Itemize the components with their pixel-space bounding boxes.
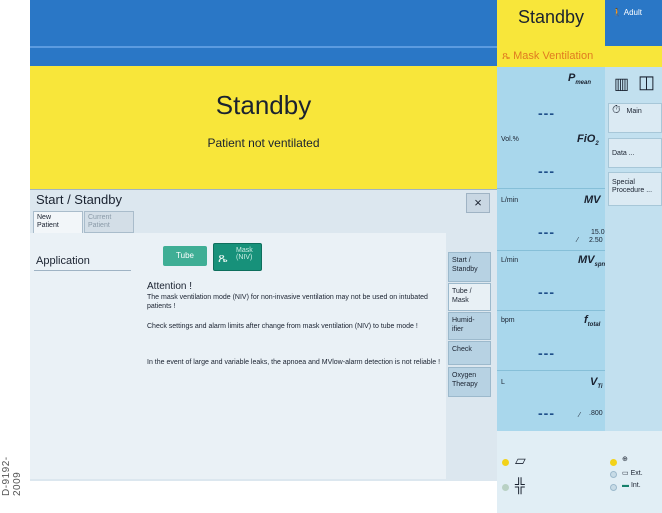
tab-new-patient[interactable]: New Patient: [33, 211, 83, 233]
special-procedure-button[interactable]: Special Procedure ...: [608, 172, 662, 206]
measured-values-panel: [497, 67, 605, 431]
mask-icon: ጼ: [218, 250, 228, 265]
divider: [497, 370, 605, 371]
int-battery-label: ▬ Int.: [622, 482, 641, 489]
patient-type-box[interactable]: [605, 0, 662, 46]
status-indicator: [502, 484, 509, 491]
param-unit: L/min: [501, 197, 519, 204]
status-indicator: [502, 459, 509, 466]
person-icon: 🚶: [612, 8, 622, 17]
side-button-label: Mask: [452, 297, 469, 304]
param-unit: L: [501, 379, 505, 386]
tab-current-patient[interactable]: Current Patient: [84, 211, 134, 233]
clock-icon: ⏱: [612, 104, 621, 116]
mask-niv-button[interactable]: ጼ Mask (NIV): [213, 243, 262, 271]
side-button-check[interactable]: Check: [448, 341, 491, 365]
side-button-label: Standby: [452, 266, 478, 273]
screen-config-icon[interactable]: ◫: [638, 72, 655, 93]
ext-battery-label: ▭ Ext.: [622, 470, 643, 477]
param-value: ---: [538, 163, 555, 179]
ext-battery-indicator: [610, 471, 617, 478]
side-button-label: Tube /: [452, 288, 472, 295]
standby-subtitle: Patient not ventilated: [207, 136, 320, 150]
tab-label-line1: New: [37, 214, 52, 221]
side-button-label: ifier: [452, 326, 464, 333]
battery-icon: ▭: [622, 470, 629, 477]
power-plug-icon: ⊕: [622, 456, 628, 463]
humidifier-icon[interactable]: ⏥: [515, 452, 526, 469]
patient-type: 🚶 Adult: [612, 8, 642, 17]
alarm-limit-low: 2.50: [589, 237, 603, 244]
side-button-label: Oxygen: [452, 372, 477, 379]
numeric-layout-icon[interactable]: ▥: [614, 74, 629, 94]
warning-message: In the event of large and variable leaks…: [147, 359, 441, 366]
param-unit: Vol.%: [501, 136, 519, 143]
param-name: MVspn: [578, 254, 606, 269]
param-value: ---: [538, 284, 555, 300]
param-name: FiO2: [577, 133, 599, 148]
alarm-limit-high: 15.0: [591, 229, 605, 236]
side-button-label: Humid-: [452, 317, 475, 324]
param-name: ftotal: [584, 314, 601, 329]
application-underline: [34, 270, 131, 271]
button-label: Procedure ...: [612, 187, 653, 194]
standby-banner: [30, 66, 497, 189]
int-battery-indicator: [610, 484, 617, 491]
document-code: D-9192-2009: [1, 456, 23, 496]
param-name: MV: [584, 194, 601, 206]
standby-title: Standby: [215, 90, 312, 120]
header-bar: [30, 0, 497, 46]
param-name: VTi: [590, 376, 603, 391]
param-unit: L/min: [501, 257, 519, 264]
application-label: Application: [36, 255, 90, 267]
mode-label[interactable]: ጼ Mask Ventilation: [502, 50, 593, 63]
side-button-label: Therapy: [452, 381, 478, 388]
right-standby-title: Standby: [517, 7, 585, 27]
button-label: Special: [612, 179, 635, 186]
side-button-oxygen-therapy[interactable]: Oxygen Therapy: [448, 367, 491, 397]
param-value: ---: [538, 345, 555, 361]
alarm-limit-icon: ⁄: [579, 412, 581, 419]
side-button-label: Check: [452, 346, 472, 353]
side-button-label: Start /: [452, 257, 471, 264]
param-value: ---: [538, 224, 555, 240]
param-name: Pmean: [568, 72, 592, 87]
close-button[interactable]: ×: [466, 193, 490, 213]
param-unit: bpm: [501, 317, 515, 324]
side-button-humidifier[interactable]: Humid- ifier: [448, 312, 491, 340]
tab-label-line2: Patient: [88, 222, 110, 229]
side-button-start-standby[interactable]: Start / Standby: [448, 252, 491, 282]
tab-label-line1: Current: [88, 214, 112, 221]
divider: [497, 250, 605, 251]
mask-icon: ጼ: [502, 50, 511, 62]
header-sub-bar: [30, 46, 497, 66]
nebulizer-icon[interactable]: ╬: [515, 477, 525, 493]
dialog-title: Start / Standby: [36, 192, 122, 207]
param-value: ---: [538, 105, 555, 121]
main-button[interactable]: ⏱ Main: [608, 103, 662, 133]
warning-message: The mask ventilation mode (NIV) for non-…: [147, 294, 428, 310]
mask-button-label: Mask (NIV): [236, 247, 253, 261]
warning-message: Check settings and alarm limits after ch…: [147, 323, 418, 330]
divider: [497, 188, 605, 189]
alarm-limit-icon: ⁄: [577, 237, 579, 244]
side-button-tube-mask[interactable]: Tube / Mask: [448, 283, 491, 311]
attention-title: Attention !: [147, 281, 193, 292]
power-indicator: [610, 459, 617, 466]
battery-icon: ▬: [622, 482, 629, 489]
divider: [497, 310, 605, 311]
data-button[interactable]: Data ...: [608, 138, 662, 168]
tube-button[interactable]: Tube: [163, 246, 207, 266]
alarm-limit-high: .800: [589, 410, 603, 417]
param-value: ---: [538, 405, 555, 421]
tab-label-line2: Patient: [37, 222, 59, 229]
